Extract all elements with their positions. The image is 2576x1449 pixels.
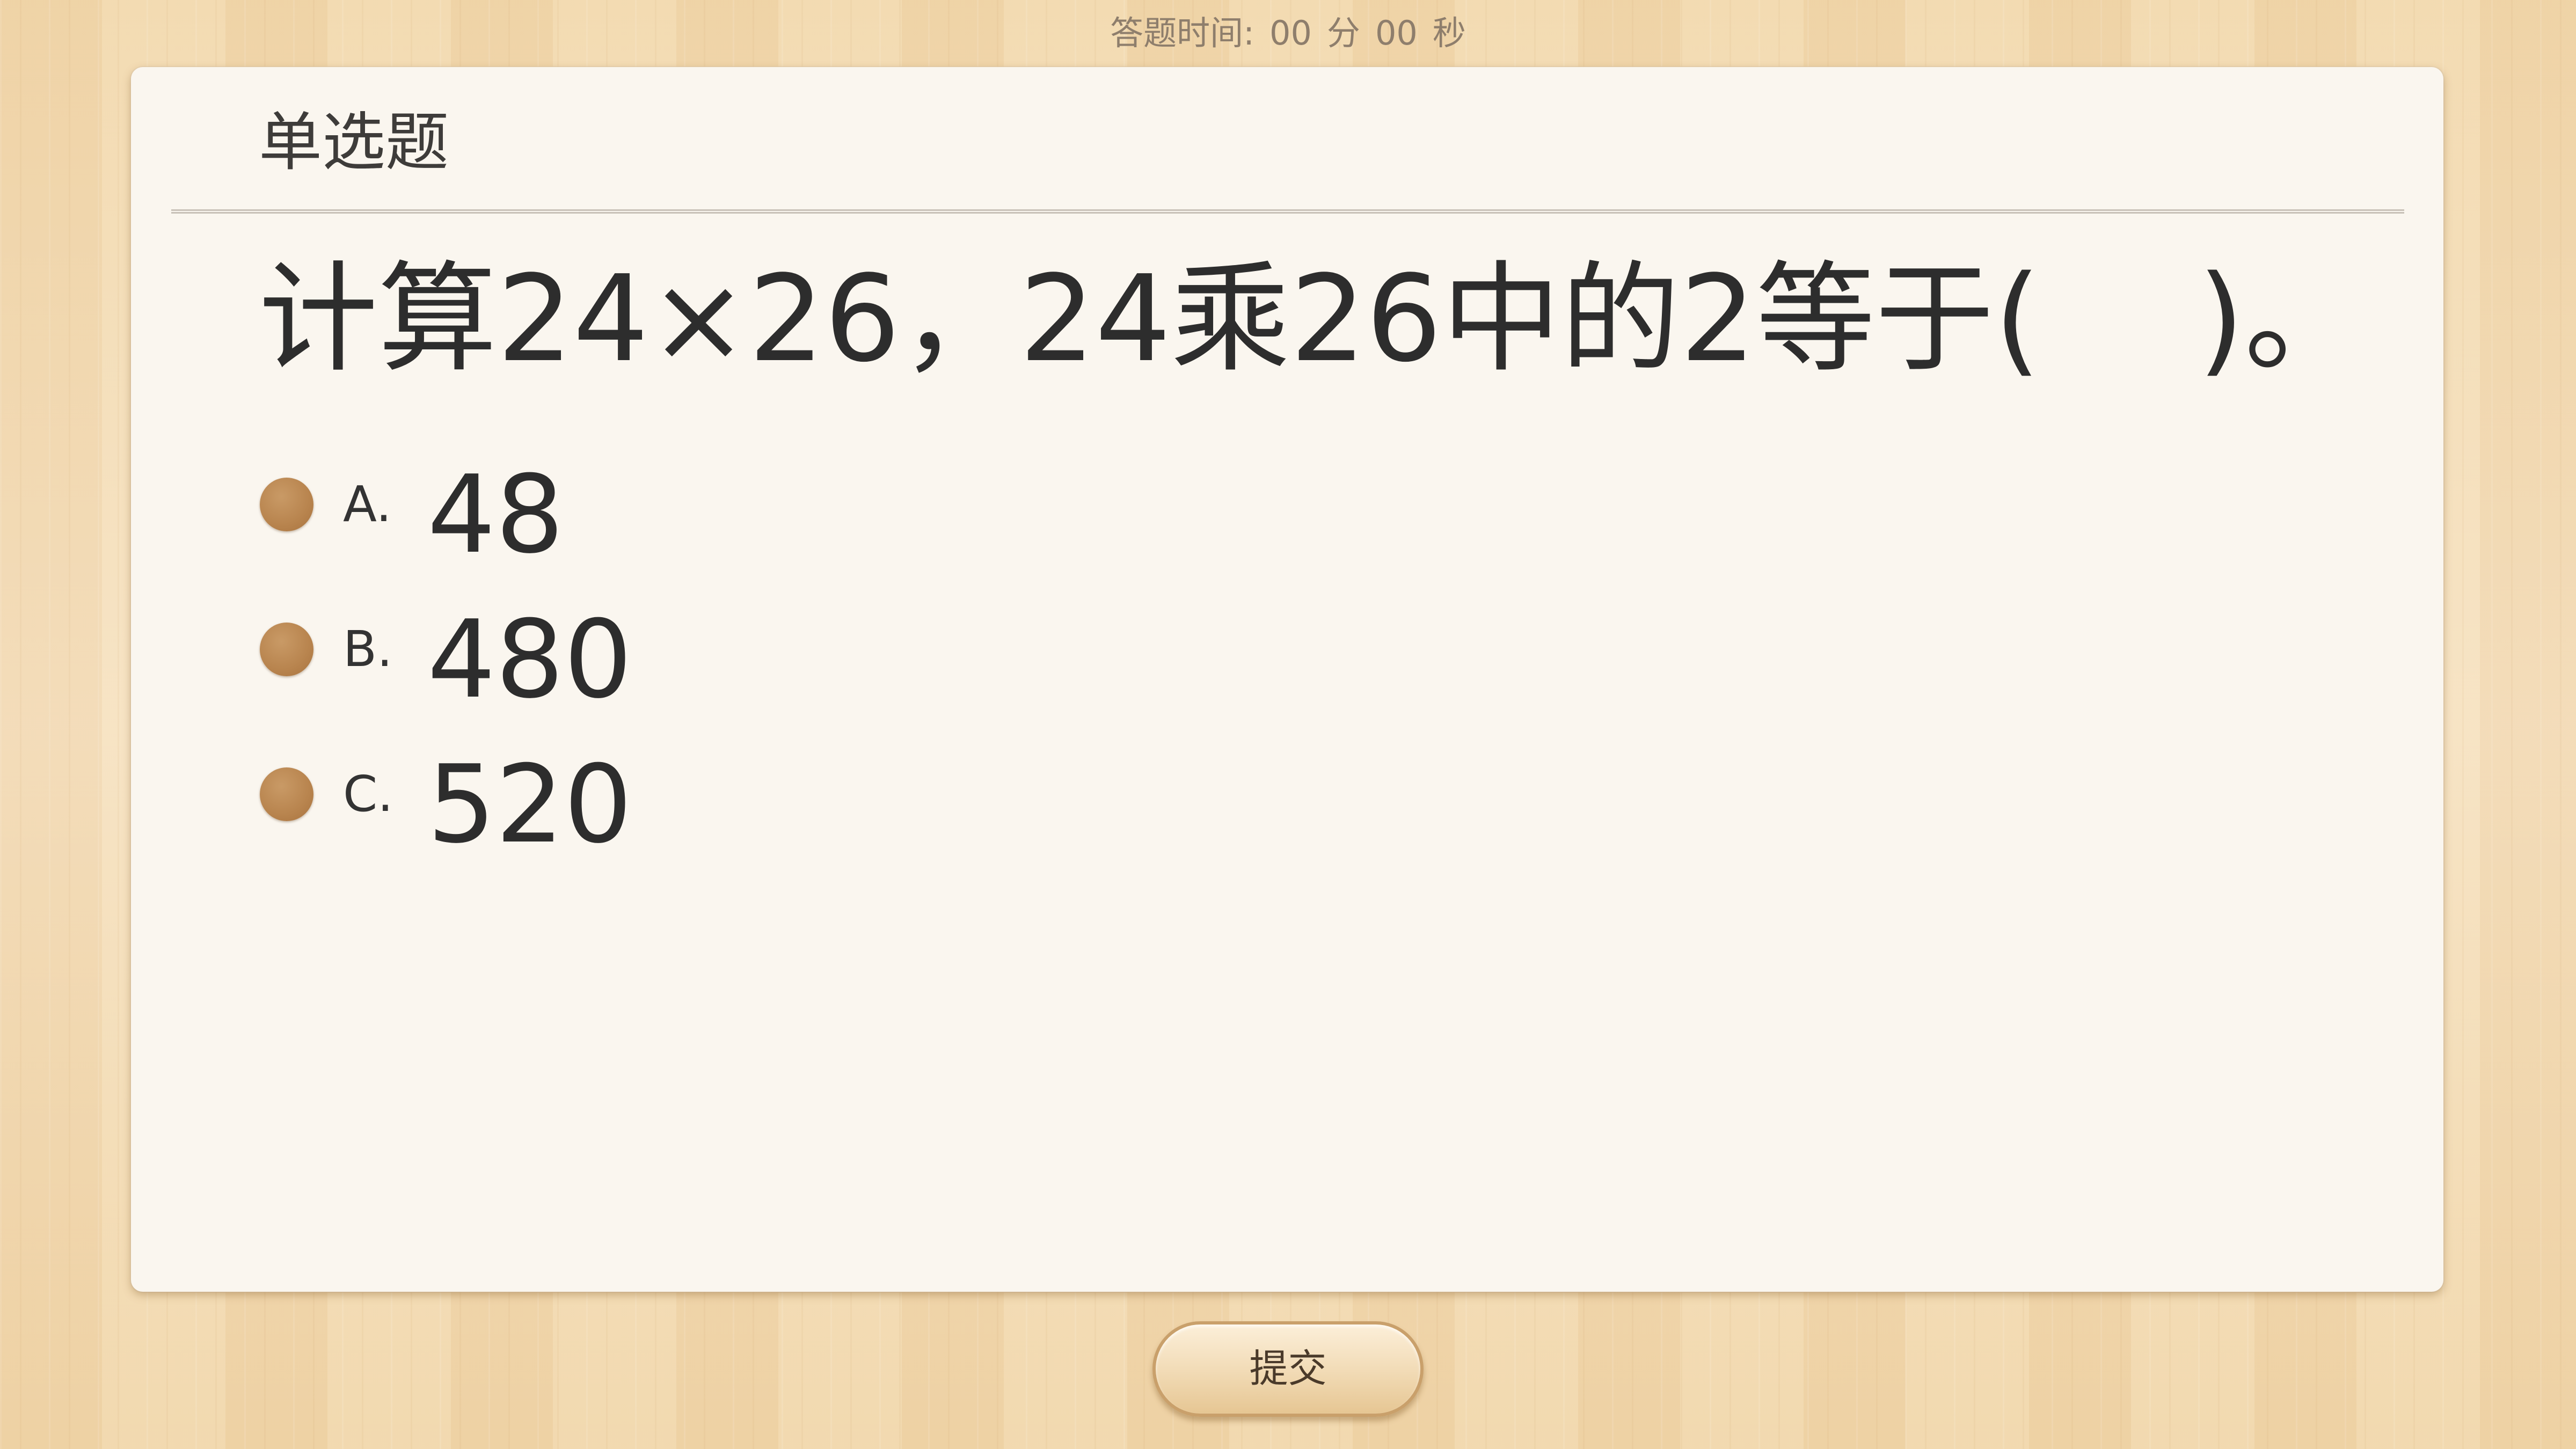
timer-minutes: 00 (1269, 13, 1312, 53)
option-value: 480 (427, 597, 632, 722)
radio-icon[interactable] (260, 767, 313, 821)
option-c[interactable]: C. 520 (260, 743, 904, 867)
submit-button[interactable]: 提交 (1152, 1321, 1424, 1417)
timer-seconds: 00 (1375, 13, 1418, 53)
option-a[interactable]: A. 48 (260, 453, 904, 577)
option-letter: C. (343, 765, 393, 823)
timer-seconds-unit: 秒 (1432, 13, 1466, 53)
answer-timer: 答题时间: 00 分 00 秒 (0, 6, 2576, 60)
radio-icon[interactable] (260, 623, 313, 676)
radio-icon[interactable] (260, 478, 313, 531)
option-letter: A. (343, 475, 392, 533)
timer-label: 答题时间: (1110, 13, 1255, 53)
question-type-label: 单选题 (259, 105, 449, 179)
option-b[interactable]: B. 480 (260, 598, 904, 722)
question-text: 计算24×26，24乘26中的2等于( )。 (259, 250, 2363, 389)
timer-minutes-unit: 分 (1326, 13, 1360, 53)
header-divider (171, 209, 2404, 214)
option-value: 520 (427, 742, 632, 867)
question-card: 单选题 计算24×26，24乘26中的2等于( )。 A. 48 B. 480 … (131, 67, 2443, 1292)
option-letter: B. (343, 620, 393, 678)
option-value: 48 (427, 452, 564, 577)
